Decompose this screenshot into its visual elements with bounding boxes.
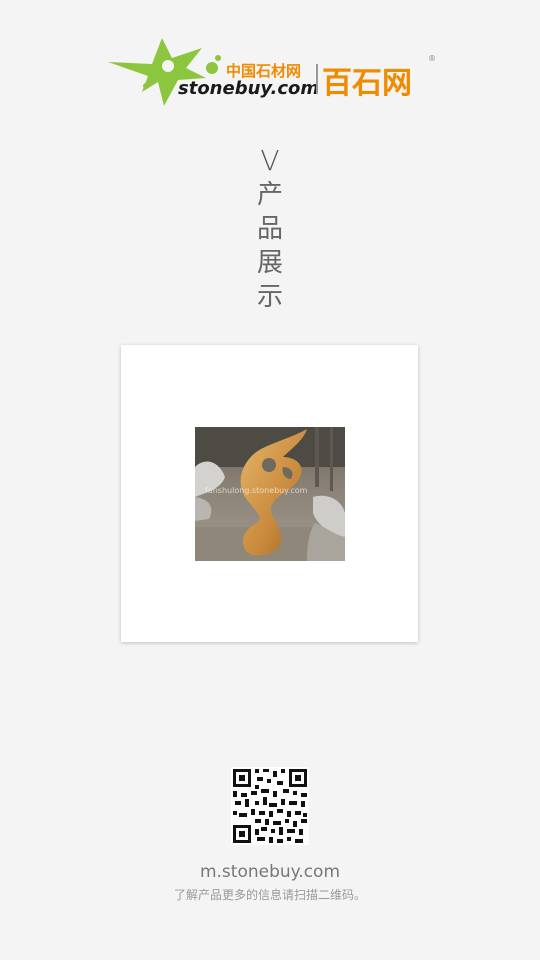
brand-logo: 中国石材网 stonebuy.com 百石网 ® — [106, 34, 436, 112]
brand-short-name: 百石网 — [322, 66, 412, 101]
section-marker: V — [260, 144, 280, 177]
brand-divider — [316, 64, 318, 94]
brand-domain: stonebuy.com — [178, 78, 320, 99]
product-photo[interactable]: fanshulong.stonebuy.com — [195, 427, 345, 561]
star-splash-logo-icon — [108, 38, 221, 106]
qr-code-icon — [231, 767, 309, 845]
section-title: V 产品展示 — [250, 144, 290, 314]
section-title-text: 产品展示 — [256, 180, 283, 312]
registered-mark: ® — [428, 54, 436, 63]
qr-scan-tip: 了解产品更多的信息请扫描二维码。 — [173, 888, 366, 902]
mobile-site-url[interactable]: m.stonebuy.com — [0, 862, 540, 882]
product-card[interactable]: fanshulong.stonebuy.com — [121, 345, 418, 642]
photo-watermark: fanshulong.stonebuy.com — [205, 486, 308, 495]
